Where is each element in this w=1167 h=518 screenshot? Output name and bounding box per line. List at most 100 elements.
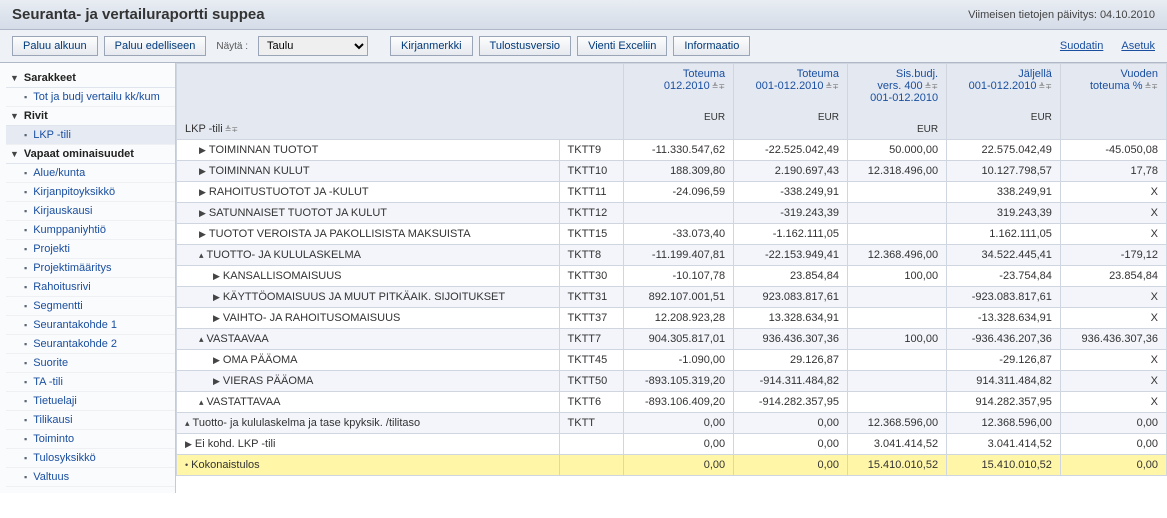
- expand-icon[interactable]: ▶: [213, 355, 220, 365]
- value-cell: 892.107.001,51: [623, 287, 733, 308]
- sidebar-item-seurantakohde-1[interactable]: ▪Seurantakohde 1: [6, 316, 175, 335]
- table-row[interactable]: ▶TUOTOT VEROISTA JA PAKOLLISISTA MAKSUIS…: [177, 224, 1167, 245]
- expand-icon[interactable]: ▶: [199, 229, 206, 239]
- row-label-cell[interactable]: ▴Tuotto- ja kululaskelma ja tase kpyksik…: [177, 413, 560, 434]
- table-row[interactable]: ▶KANSALLISOMAISUUSTKTT30-10.107,7823.854…: [177, 266, 1167, 287]
- expand-icon[interactable]: ▶: [213, 313, 220, 323]
- table-row[interactable]: ▶TOIMINNAN KULUTTKTT10188.309,802.190.69…: [177, 161, 1167, 182]
- filter-link[interactable]: Suodatin: [1060, 40, 1103, 52]
- sidebar-item-projektimaaritys[interactable]: ▪Projektimääritys: [6, 259, 175, 278]
- sidebar-item-alue[interactable]: ▪Alue/kunta: [6, 164, 175, 183]
- value-cell: -22.525.042,49: [734, 140, 848, 161]
- bullet-icon: ▪: [24, 130, 27, 140]
- column-header-toteuma-012[interactable]: Toteuma012.2010≜∓ EUR: [623, 64, 733, 140]
- row-label-cell[interactable]: ▴VASTAAVAA: [177, 329, 560, 350]
- table-row[interactable]: ▶VAIHTO- JA RAHOITUSOMAISUUSTKTT3712.208…: [177, 308, 1167, 329]
- row-label-cell[interactable]: •Kokonaistulos: [177, 455, 560, 476]
- table-row[interactable]: ▶OMA PÄÄOMATKTT45-1.090,0029.126,87-29.1…: [177, 350, 1167, 371]
- back-to-start-button[interactable]: Paluu alkuun: [12, 36, 98, 56]
- collapse-icon[interactable]: ▴: [185, 418, 190, 428]
- sidebar-item-rahoitusrivi[interactable]: ▪Rahoitusrivi: [6, 278, 175, 297]
- sidebar-item-ta-tili[interactable]: ▪TA -tili: [6, 373, 175, 392]
- expand-icon[interactable]: ▶: [213, 271, 220, 281]
- sidebar-item-tietuelaji[interactable]: ▪Tietuelaji: [6, 392, 175, 411]
- expand-icon[interactable]: ▶: [199, 166, 206, 176]
- sidebar-section-free-attributes[interactable]: ▼ Vapaat ominaisuudet: [6, 145, 175, 164]
- page-title: Seuranta- ja vertailuraportti suppea: [12, 6, 265, 23]
- row-label-cell[interactable]: ▶TOIMINNAN KULUT: [177, 161, 560, 182]
- information-button[interactable]: Informaatio: [673, 36, 750, 56]
- row-label-cell[interactable]: ▶TOIMINNAN TUOTOT: [177, 140, 560, 161]
- column-header-lkp-tili[interactable]: LKP -tili≜∓: [177, 64, 624, 140]
- row-label-cell[interactable]: ▴TUOTTO- JA KULULASKELMA: [177, 245, 560, 266]
- sidebar-item-tot-budj[interactable]: ▪ Tot ja budj vertailu kk/kum: [6, 88, 175, 107]
- row-label-cell[interactable]: ▶OMA PÄÄOMA: [177, 350, 560, 371]
- table-row[interactable]: ▶KÄYTTÖOMAISUUS JA MUUT PITKÄAIK. SIJOIT…: [177, 287, 1167, 308]
- export-excel-button[interactable]: Vienti Exceliin: [577, 36, 667, 56]
- expand-icon[interactable]: ▶: [213, 292, 220, 302]
- bullet-icon[interactable]: •: [185, 460, 188, 470]
- column-header-toteuma-001-012[interactable]: Toteuma001-012.2010≜∓ EUR: [734, 64, 848, 140]
- collapse-icon[interactable]: ▴: [199, 397, 204, 407]
- bookmark-button[interactable]: Kirjanmerkki: [390, 36, 473, 56]
- expand-icon[interactable]: ▶: [213, 376, 220, 386]
- sidebar-item-lkp-tili[interactable]: ▪ LKP -tili: [6, 126, 175, 145]
- sidebar-item-label: Alue/kunta: [33, 167, 85, 179]
- sidebar-section-rows[interactable]: ▼ Rivit: [6, 107, 175, 126]
- sidebar-item-label: Kirjauskausi: [33, 205, 92, 217]
- row-label-cell[interactable]: ▶KÄYTTÖOMAISUUS JA MUUT PITKÄAIK. SIJOIT…: [177, 287, 560, 308]
- table-row[interactable]: •Kokonaistulos0,000,0015.410.010,5215.41…: [177, 455, 1167, 476]
- toolbar: Paluu alkuun Paluu edelliseen Näytä : Ta…: [0, 30, 1167, 63]
- column-header-sisbudj[interactable]: Sis.budj.vers. 400≜∓001-012.2010 EUR: [847, 64, 946, 140]
- back-previous-button[interactable]: Paluu edelliseen: [104, 36, 207, 56]
- table-row[interactable]: ▶SATUNNAISET TUOTOT JA KULUTTKTT12-319.2…: [177, 203, 1167, 224]
- table-row[interactable]: ▴VASTAAVAATKTT7904.305.817,01936.436.307…: [177, 329, 1167, 350]
- settings-link[interactable]: Asetuk: [1121, 40, 1155, 52]
- sidebar-item-tulosyksikko[interactable]: ▪Tulosyksikkö: [6, 449, 175, 468]
- bullet-icon: ▪: [24, 206, 27, 216]
- column-header-vuoden-toteuma[interactable]: Vuodentoteuma %≜∓: [1060, 64, 1166, 140]
- sidebar-item-suorite[interactable]: ▪Suorite: [6, 354, 175, 373]
- table-row[interactable]: ▶TOIMINNAN TUOTOTTKTT9-11.330.547,62-22.…: [177, 140, 1167, 161]
- sidebar-item-kirjanpitoyksikko[interactable]: ▪Kirjanpitoyksikkö: [6, 183, 175, 202]
- table-row[interactable]: ▶RAHOITUSTUOTOT JA -KULUTTKTT11-24.096,5…: [177, 182, 1167, 203]
- sidebar-item-segmentti[interactable]: ▪Segmentti: [6, 297, 175, 316]
- sidebar-item-tilikausi[interactable]: ▪Tilikausi: [6, 411, 175, 430]
- row-code-cell: TKTT10: [559, 161, 623, 182]
- table-row[interactable]: ▶VIERAS PÄÄOMATKTT50-893.105.319,20-914.…: [177, 371, 1167, 392]
- sidebar-section-columns[interactable]: ▼ Sarakkeet: [6, 69, 175, 88]
- sidebar-item-projekti[interactable]: ▪Projekti: [6, 240, 175, 259]
- bullet-icon: ▪: [24, 396, 27, 406]
- value-cell: 0,00: [734, 455, 848, 476]
- row-label-cell[interactable]: ▶VIERAS PÄÄOMA: [177, 371, 560, 392]
- collapse-icon[interactable]: ▴: [199, 250, 204, 260]
- expand-icon[interactable]: ▶: [199, 187, 206, 197]
- expand-icon[interactable]: ▶: [199, 208, 206, 218]
- table-row[interactable]: ▴Tuotto- ja kululaskelma ja tase kpyksik…: [177, 413, 1167, 434]
- sidebar-item-toiminto[interactable]: ▪Toiminto: [6, 430, 175, 449]
- row-label-cell[interactable]: ▶RAHOITUSTUOTOT JA -KULUT: [177, 182, 560, 203]
- table-row[interactable]: ▴TUOTTO- JA KULULASKELMATKTT8-11.199.407…: [177, 245, 1167, 266]
- column-header-jaljella[interactable]: Jäljellä001-012.2010≜∓ EUR: [947, 64, 1061, 140]
- row-label-cell[interactable]: ▶KANSALLISOMAISUUS: [177, 266, 560, 287]
- expand-icon[interactable]: ▶: [185, 439, 192, 449]
- sidebar-item-valtuus[interactable]: ▪Valtuus: [6, 468, 175, 487]
- table-row[interactable]: ▶Ei kohd. LKP -tili0,000,003.041.414,523…: [177, 434, 1167, 455]
- table-row[interactable]: ▴VASTATTAVAATKTT6-893.106.409,20-914.282…: [177, 392, 1167, 413]
- sidebar-item-kumppaniyhtio[interactable]: ▪Kumppaniyhtiö: [6, 221, 175, 240]
- print-version-button[interactable]: Tulostusversio: [479, 36, 572, 56]
- row-label-cell[interactable]: ▴VASTATTAVAA: [177, 392, 560, 413]
- row-label-cell[interactable]: ▶VAIHTO- JA RAHOITUSOMAISUUS: [177, 308, 560, 329]
- sidebar-item-kirjauskausi[interactable]: ▪ Kirjauskausi: [6, 202, 175, 221]
- row-label-cell[interactable]: ▶TUOTOT VEROISTA JA PAKOLLISISTA MAKSUIS…: [177, 224, 560, 245]
- row-account-name: TUOTTO- JA KULULASKELMA: [207, 249, 361, 261]
- bullet-icon: ▪: [24, 282, 27, 292]
- collapse-icon[interactable]: ▴: [199, 334, 204, 344]
- bullet-icon: ▪: [24, 415, 27, 425]
- view-select[interactable]: Taulu: [258, 36, 368, 56]
- row-label-cell[interactable]: ▶Ei kohd. LKP -tili: [177, 434, 560, 455]
- row-label-cell[interactable]: ▶SATUNNAISET TUOTOT JA KULUT: [177, 203, 560, 224]
- report-table: LKP -tili≜∓ Toteuma012.2010≜∓ EUR Toteum…: [176, 63, 1167, 476]
- sidebar-item-seurantakohde-2[interactable]: ▪Seurantakohde 2: [6, 335, 175, 354]
- expand-icon[interactable]: ▶: [199, 145, 206, 155]
